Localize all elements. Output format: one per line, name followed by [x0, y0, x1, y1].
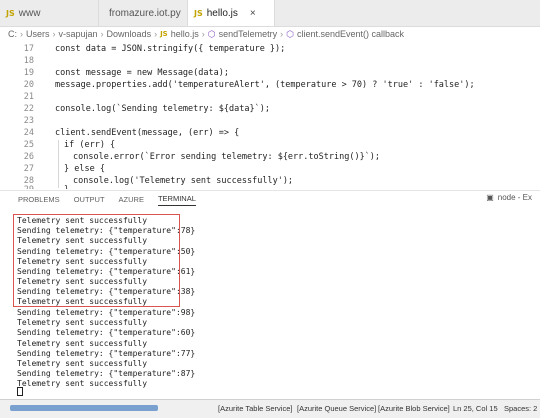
status-item-cursor-position[interactable]: Ln 25, Col 15 — [453, 404, 498, 413]
chevron-right-icon: › — [100, 29, 104, 39]
line-number: 17 — [23, 44, 34, 54]
tab-problems[interactable]: PROBLEMS — [18, 195, 60, 204]
code-text: if (err) { — [64, 140, 116, 150]
line-number: 21 — [23, 92, 34, 102]
panel-tab-bar: PROBLEMS OUTPUT AZURE TERMINAL — [0, 190, 540, 208]
tab-www[interactable]: JS www — [0, 0, 99, 26]
chevron-right-icon: › — [280, 29, 284, 39]
breadcrumb-item[interactable]: Users — [26, 29, 50, 39]
code-text: client.sendEvent(message, (err) => { — [55, 128, 240, 138]
terminal-line: Sending telemetry: {"temperature":78} — [17, 226, 196, 235]
chevron-right-icon: › — [20, 29, 23, 39]
terminal-selector[interactable]: ▣ node - Ex — [486, 193, 532, 202]
tab-hello-js[interactable]: JS hello.js × — [188, 0, 275, 26]
line-number: 20 — [23, 80, 34, 90]
taskbar-blurred-region — [10, 405, 158, 411]
javascript-file-icon: JS — [194, 8, 203, 18]
line-number: 18 — [23, 56, 34, 66]
line-number: 19 — [23, 68, 34, 78]
terminal-line: Sending telemetry: {"temperature":50} — [17, 247, 196, 256]
status-item-azurite-table[interactable]: [Azurite Table Service] — [218, 404, 292, 413]
code-line: 29 } — [0, 185, 540, 189]
code-line: 21 — [0, 92, 540, 104]
line-number: 27 — [23, 164, 34, 174]
code-text: const message = new Message(data); — [55, 68, 229, 78]
code-line: 18 — [0, 56, 540, 68]
terminal-line: Telemetry sent successfully — [17, 277, 148, 286]
code-line: 19 const message = new Message(data); — [0, 68, 540, 80]
editor-tab-bar: JS www fromazure.iot.py JS hello.js × — [0, 0, 540, 27]
terminal-icon: ▣ — [486, 193, 494, 202]
terminal-line: Sending telemetry: {"temperature":61} — [17, 267, 196, 276]
terminal-cursor — [17, 387, 23, 396]
line-number: 22 — [23, 104, 34, 114]
code-text: console.error(`Error sending telemetry: … — [73, 152, 381, 162]
status-item-azurite-blob[interactable]: [Azurite Blob Service] — [378, 404, 450, 413]
breadcrumb-item[interactable]: Downloads — [107, 29, 152, 39]
line-number: 26 — [23, 152, 34, 162]
code-editor[interactable]: 17 const data = JSON.stringify({ tempera… — [0, 42, 540, 189]
code-line: 23 — [0, 116, 540, 128]
terminal-line: Sending telemetry: {"temperature":98} — [17, 308, 196, 317]
function-icon: ⬡ — [207, 28, 216, 39]
terminal-line: Sending telemetry: {"temperature":87} — [17, 369, 196, 378]
line-number: 24 — [23, 128, 34, 138]
chevron-right-icon: › — [154, 29, 158, 39]
tab-label: www — [18, 7, 41, 19]
breadcrumb-item[interactable]: hello.js — [171, 29, 199, 39]
chevron-right-icon: › — [52, 29, 56, 39]
code-line: 24 client.sendEvent(message, (err) => { — [0, 128, 540, 140]
line-number: 29 — [8, 185, 34, 189]
terminal-line: Telemetry sent successfully — [17, 339, 148, 348]
breadcrumb-item[interactable]: C: — [8, 29, 17, 39]
chevron-right-icon: › — [201, 29, 205, 39]
javascript-file-icon: JS — [6, 8, 15, 18]
code-line: 27 } else { — [0, 164, 540, 176]
line-number: 23 — [23, 116, 34, 126]
line-number: 25 — [23, 140, 34, 150]
terminal-line: Sending telemetry: {"temperature":77} — [17, 349, 196, 358]
terminal-line: Telemetry sent successfully — [17, 236, 148, 245]
code-text: message.properties.add('temperatureAlert… — [55, 80, 475, 90]
function-icon: ⬡ — [286, 28, 294, 39]
javascript-file-icon: JS — [160, 30, 168, 38]
breadcrumb-item[interactable]: client.sendEvent() callback — [297, 29, 404, 39]
code-text: } else { — [64, 164, 105, 174]
code-text: const data = JSON.stringify({ temperatur… — [55, 44, 286, 54]
code-text: console.log(`Sending telemetry: ${data}`… — [55, 104, 270, 114]
indent-guide — [58, 164, 59, 176]
terminal-line: Sending telemetry: {"temperature":60} — [17, 328, 196, 337]
terminal-line: Telemetry sent successfully — [17, 216, 148, 225]
tab-label: fromazure.iot.py — [109, 7, 181, 19]
terminal[interactable]: Telemetry sent successfully Sending tele… — [0, 209, 540, 396]
close-tab-icon[interactable]: × — [250, 8, 256, 19]
indent-guide — [58, 152, 59, 164]
breadcrumb-item[interactable]: sendTelemetry — [219, 29, 278, 39]
tab-output[interactable]: OUTPUT — [74, 195, 105, 204]
code-line: 20 message.properties.add('temperatureAl… — [0, 80, 540, 92]
status-bar: [Azurite Table Service] [Azurite Queue S… — [0, 399, 540, 418]
tab-terminal[interactable]: TERMINAL — [157, 194, 196, 206]
status-item-indentation[interactable]: Spaces: 2 — [504, 404, 537, 413]
indent-guide — [58, 140, 59, 152]
tab-label: hello.js — [206, 7, 238, 19]
terminal-line: Telemetry sent successfully — [17, 257, 148, 266]
tab-azure[interactable]: AZURE — [119, 195, 144, 204]
breadcrumb-item[interactable]: v-sapujan — [59, 29, 98, 39]
tab-fromazure-iot-py[interactable]: fromazure.iot.py — [99, 0, 188, 26]
terminal-line: Sending telemetry: {"temperature":38} — [17, 287, 196, 296]
terminal-line: Telemetry sent successfully — [17, 318, 148, 327]
code-line: 22 console.log(`Sending telemetry: ${dat… — [0, 104, 540, 116]
code-line: 17 const data = JSON.stringify({ tempera… — [0, 44, 540, 56]
terminal-line: Telemetry sent successfully — [17, 297, 148, 306]
terminal-line: Telemetry sent successfully — [17, 379, 148, 388]
code-line: 25 if (err) { — [0, 140, 540, 152]
terminal-name: node - Ex — [497, 193, 532, 202]
code-line: 26 console.error(`Error sending telemetr… — [0, 152, 540, 164]
status-item-azurite-queue[interactable]: [Azurite Queue Service] — [297, 404, 376, 413]
breadcrumb: C: › Users › v-sapujan › Downloads › JS hell… — [0, 27, 540, 41]
code-text: } — [64, 185, 69, 189]
terminal-line: Telemetry sent successfully — [17, 359, 148, 368]
